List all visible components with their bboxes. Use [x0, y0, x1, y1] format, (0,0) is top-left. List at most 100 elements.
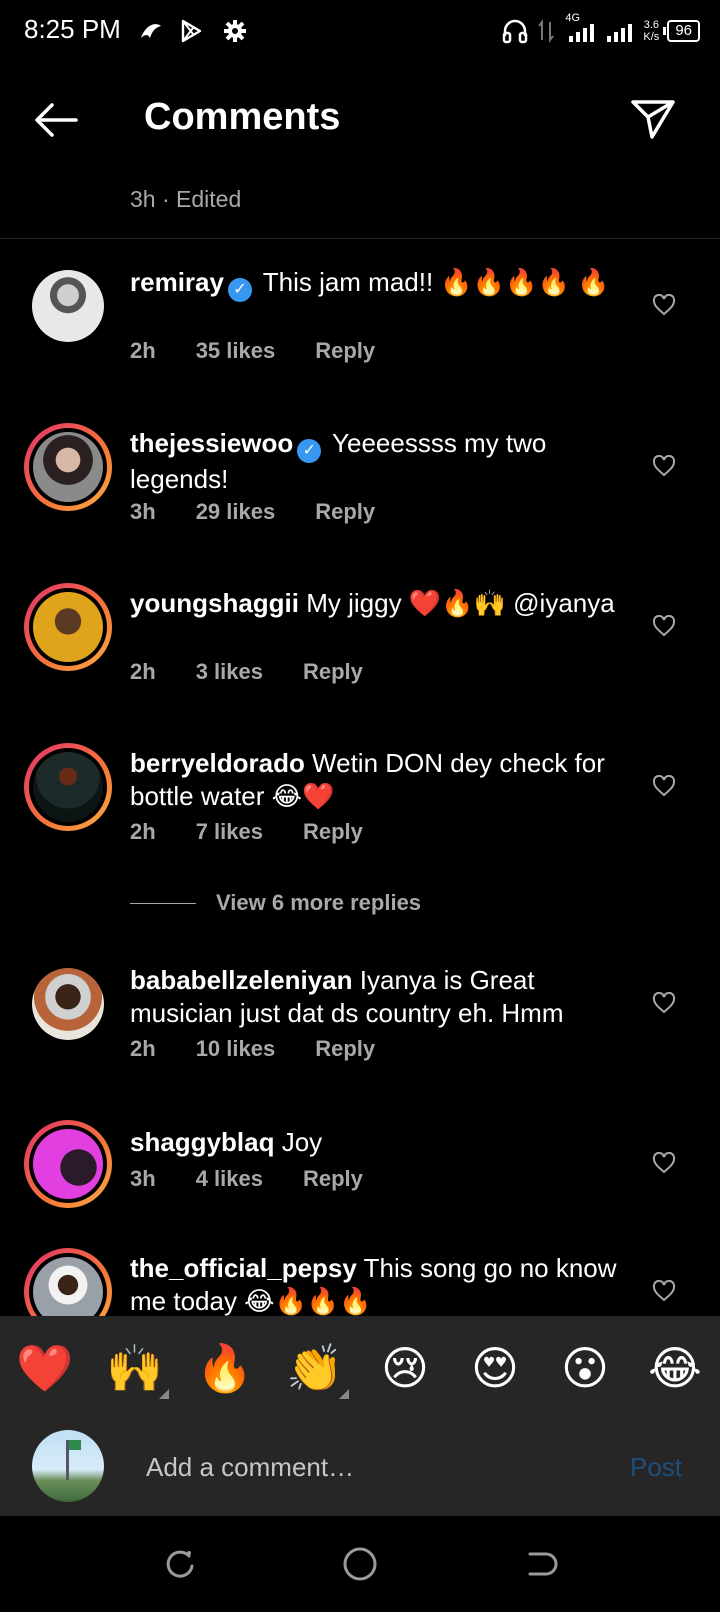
- comment-time: 2h: [130, 819, 156, 844]
- view-more-replies-button[interactable]: View 6 more replies: [130, 890, 421, 916]
- comment-text: bababellzeleniyan Iyanya is Great musici…: [130, 964, 620, 1030]
- network-speed-value: 3.6: [643, 19, 659, 31]
- heart-icon[interactable]: [652, 455, 676, 477]
- emoji-crying-button[interactable]: 😢: [375, 1343, 435, 1393]
- emoji-heart-button[interactable]: ❤️: [15, 1343, 75, 1393]
- comment-time: 3h: [130, 1166, 156, 1191]
- comment-text: the_official_pepsy This song go no know …: [130, 1252, 620, 1316]
- comment-meta: 3h 4 likes Reply: [130, 1166, 363, 1192]
- skin-tone-indicator: [159, 1389, 169, 1399]
- current-user-avatar: [32, 1430, 104, 1502]
- comment-username[interactable]: youngshaggii: [130, 588, 299, 618]
- network-speed: 3.6 K/s: [643, 19, 659, 43]
- comment-likes[interactable]: 29 likes: [196, 499, 276, 525]
- reply-button[interactable]: Reply: [303, 659, 363, 685]
- avatar[interactable]: [24, 583, 112, 671]
- comment-time: 2h: [130, 1036, 156, 1061]
- comment-text: berryeldorado Wetin DON dey check for bo…: [130, 747, 620, 813]
- settings-gear-icon: [224, 20, 246, 42]
- avatar[interactable]: [24, 262, 112, 350]
- comment-meta: 2h 35 likes Reply: [130, 338, 375, 364]
- comment-meta: 2h 10 likes Reply: [130, 1036, 375, 1062]
- heart-icon[interactable]: [652, 1152, 676, 1174]
- headphones-icon: [503, 19, 528, 44]
- heart-icon[interactable]: [652, 1280, 676, 1302]
- reply-button[interactable]: Reply: [315, 499, 375, 525]
- emoji-surprised-button[interactable]: 😮: [555, 1343, 615, 1393]
- comment-meta: 2h 3 likes Reply: [130, 659, 363, 685]
- battery-indicator: 96: [663, 20, 700, 42]
- signal-bars-icon: [607, 24, 633, 42]
- comment-composer: Post: [0, 1420, 720, 1516]
- heart-icon[interactable]: [652, 775, 676, 797]
- emoji-laughing-button[interactable]: 😂: [645, 1343, 705, 1393]
- emoji-fire-button[interactable]: 🔥: [195, 1343, 255, 1393]
- emoji-raised-hands-glyph: 🙌: [106, 1342, 164, 1394]
- comment-item: the_official_pepsy This song go no know …: [0, 1248, 720, 1316]
- comment-username[interactable]: shaggyblaq: [130, 1127, 274, 1157]
- post-meta: 3h · Edited: [130, 186, 242, 212]
- heart-icon[interactable]: [652, 294, 676, 316]
- verified-badge-icon: ✓: [227, 278, 252, 302]
- network-speed-unit: K/s: [643, 31, 660, 43]
- status-indicators: 4G 3.6 K/s 96: [501, 12, 700, 46]
- comment-likes[interactable]: 35 likes: [196, 338, 276, 364]
- view-more-replies-label: View 6 more replies: [216, 890, 422, 915]
- heart-icon[interactable]: [652, 992, 676, 1014]
- comment-time: 3h: [130, 499, 156, 524]
- comment-text: shaggyblaq Joy: [130, 1126, 620, 1159]
- emoji-clap-glyph: 👏: [286, 1342, 344, 1394]
- reply-button[interactable]: Reply: [315, 1036, 375, 1062]
- comment-username[interactable]: thejessiewoo: [130, 428, 293, 458]
- avatar[interactable]: [24, 1248, 112, 1316]
- home-icon[interactable]: [342, 1546, 378, 1582]
- comment-likes[interactable]: 3 likes: [196, 659, 263, 685]
- back-icon[interactable]: [522, 1546, 558, 1582]
- divider: [0, 238, 720, 239]
- reply-button[interactable]: Reply: [315, 338, 375, 364]
- post-button[interactable]: Post: [630, 1452, 682, 1483]
- bird-notification-icon: [141, 24, 161, 38]
- emoji-raised-hands-button[interactable]: 🙌: [105, 1342, 169, 1399]
- reply-button[interactable]: Reply: [303, 1166, 363, 1192]
- comment-time: 2h: [130, 659, 156, 684]
- comment-username[interactable]: remiray: [130, 267, 224, 297]
- comment-text: youngshaggii My jiggy ❤️🔥🙌 @iyanya: [130, 587, 620, 620]
- comment-text: thejessiewoo ✓ Yeeeessss my two legends!: [130, 427, 620, 496]
- avatar[interactable]: [24, 743, 112, 831]
- heart-icon[interactable]: [652, 615, 676, 637]
- emoji-clap-button[interactable]: 👏: [285, 1342, 349, 1399]
- send-icon[interactable]: [630, 98, 676, 140]
- system-navigation-bar: [0, 1516, 720, 1612]
- comment-meta: 2h 7 likes Reply: [130, 819, 363, 845]
- avatar[interactable]: [24, 960, 112, 1048]
- comment-likes[interactable]: 7 likes: [196, 819, 263, 845]
- status-time: 8:25 PM: [24, 14, 121, 44]
- comment-text: remiray ✓ This jam mad!! 🔥🔥🔥🔥 🔥: [130, 266, 620, 302]
- comment-time: 2h: [130, 338, 156, 363]
- comment-body: Joy: [274, 1127, 323, 1157]
- play-store-icon: [181, 19, 202, 43]
- skin-tone-indicator: [339, 1389, 349, 1399]
- comment-likes[interactable]: 10 likes: [196, 1036, 276, 1062]
- comment-username[interactable]: bababellzeleniyan: [130, 965, 353, 995]
- reply-button[interactable]: Reply: [303, 819, 363, 845]
- signal-4g-icon: 4G: [563, 12, 597, 44]
- comment-meta: 3h 29 likes Reply: [130, 499, 375, 525]
- divider: [130, 902, 196, 904]
- comment-body: My jiggy ❤️🔥🙌 @iyanya: [299, 588, 615, 618]
- comment-likes[interactable]: 4 likes: [196, 1166, 263, 1192]
- comment-body: This jam mad!! 🔥🔥🔥🔥 🔥: [255, 267, 610, 297]
- back-arrow-icon[interactable]: [32, 100, 80, 140]
- comment-username[interactable]: berryeldorado: [130, 748, 305, 778]
- avatar[interactable]: [24, 423, 112, 511]
- emoji-heart-eyes-button[interactable]: 😍: [465, 1343, 525, 1393]
- comment-input[interactable]: [144, 1442, 588, 1492]
- avatar[interactable]: [24, 1120, 112, 1208]
- recent-apps-icon[interactable]: [162, 1546, 198, 1582]
- verified-badge-icon: ✓: [297, 439, 322, 463]
- comment-username[interactable]: the_official_pepsy: [130, 1253, 357, 1283]
- page-title: Comments: [144, 96, 341, 138]
- emoji-quick-bar: ❤️ 🙌 🔥 👏 😢 😍 😮 😂: [0, 1316, 720, 1420]
- data-transfer-icon: [538, 19, 555, 43]
